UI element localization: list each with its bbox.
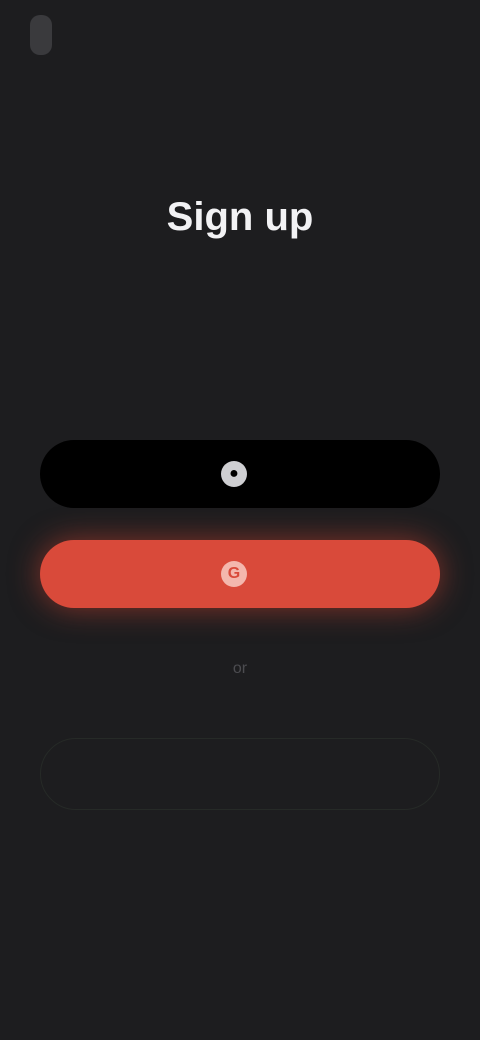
continue-with-google-button[interactable]: G [40, 540, 440, 608]
google-icon: G [221, 561, 247, 587]
or-divider: or [232, 660, 248, 677]
continue-with-apple-button[interactable]: ● [40, 440, 440, 508]
page-title: Sign up [166, 195, 314, 239]
apple-icon: ● [221, 461, 247, 487]
app-logo[interactable] [30, 10, 150, 60]
logo-mark-icon [30, 15, 52, 55]
continue-with-email-button[interactable] [40, 738, 440, 810]
top-bar [0, 0, 480, 80]
